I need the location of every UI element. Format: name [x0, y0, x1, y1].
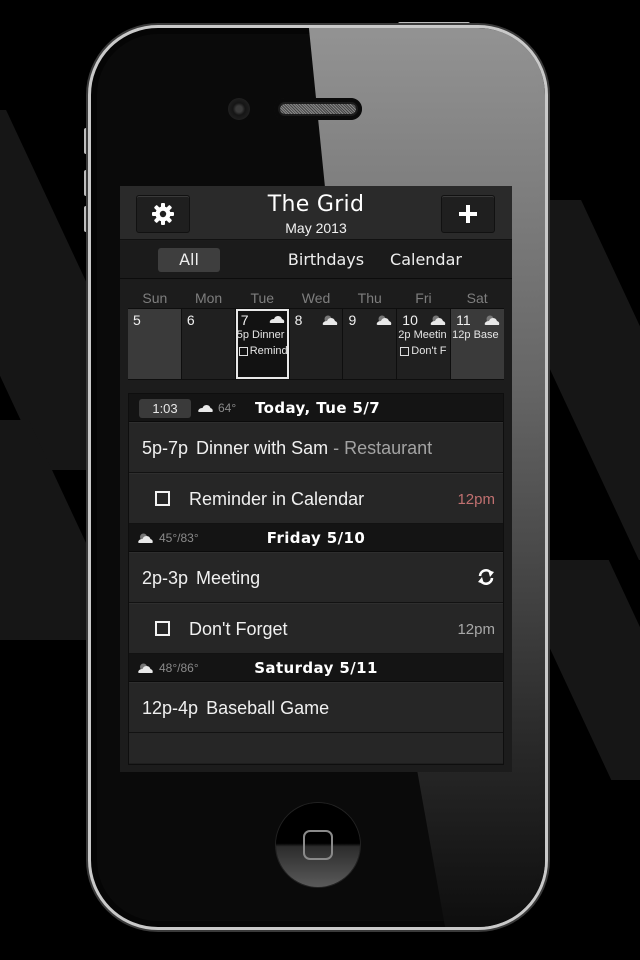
reminder-title: Don't Forget — [189, 619, 288, 639]
day-event: 2p Meetin — [398, 329, 447, 341]
reminder-row[interactable]: Reminder in Calendar 12pm — [129, 473, 503, 524]
home-button[interactable] — [276, 803, 360, 887]
agenda-list[interactable]: 1:03 64° Today, Tue 5/7 5p-7p Dinner with… — [128, 393, 504, 765]
weekday-label: Tue — [250, 290, 275, 306]
front-camera — [228, 98, 250, 120]
reminder-row[interactable]: Don't Forget 12pm — [129, 603, 503, 654]
partly-cloudy-icon — [430, 315, 446, 325]
day-header-today: 1:03 64° Today, Tue 5/7 — [129, 394, 503, 422]
event-row[interactable]: 2p-3p Meeting — [129, 552, 503, 603]
event-text: 2p-3p Meeting — [142, 568, 260, 589]
day-number: 8 — [294, 312, 303, 328]
filter-tabs: All Birthdays Calendar — [120, 241, 512, 279]
home-square-icon — [303, 830, 333, 860]
weekday-label: Wed — [301, 290, 331, 306]
reminder-checkbox[interactable] — [155, 491, 170, 506]
weekday-label: Mon — [194, 290, 223, 306]
checkbox-icon — [238, 346, 248, 356]
weekday-label: Thu — [357, 290, 382, 306]
event-time: 12p-4p — [142, 698, 199, 718]
event-location: - Restaurant — [333, 438, 433, 458]
reminder-title: Reminder in Calendar — [189, 489, 365, 509]
day-header-title: Saturday 5/11 — [254, 659, 378, 677]
reminder-time: 12pm — [457, 491, 495, 508]
weekday-label: Sat — [466, 290, 488, 306]
day-cell-sun[interactable]: 5 — [128, 309, 181, 379]
navigation-bar: The Grid May 2013 — [120, 186, 512, 240]
empty-row — [129, 733, 503, 763]
event-title: Baseball Game — [206, 698, 330, 718]
reminder-checkbox[interactable] — [155, 621, 170, 636]
event-text: 5p-7p Dinner with Sam - Restaurant — [142, 438, 432, 459]
weekday-label: Sun — [142, 290, 168, 306]
day-reminder-text: Remind — [249, 345, 288, 357]
weekday-label: Fri — [415, 290, 432, 306]
tab-calendar[interactable]: Calendar — [376, 248, 476, 272]
day-number: 10 — [402, 312, 418, 328]
event-time: 2p-3p — [142, 568, 189, 588]
cloud-icon — [269, 316, 284, 323]
partly-cloudy-icon — [484, 315, 500, 325]
event-title: Meeting — [196, 568, 261, 588]
clock-badge: 1:03 — [139, 399, 191, 418]
day-header-title: Friday 5/10 — [266, 529, 366, 547]
checkbox-icon — [400, 346, 410, 356]
partly-cloudy-icon — [376, 315, 392, 325]
day-header-saturday: 48°/86° Saturday 5/11 — [129, 654, 503, 682]
plus-icon — [459, 205, 477, 223]
day-event: 12p Base — [452, 329, 499, 341]
day-cell-wed[interactable]: 8 — [289, 309, 343, 379]
day-header-friday: 45°/83° Friday 5/10 — [129, 524, 503, 552]
day-reminder-text: Don't F — [411, 345, 447, 357]
weekday-header: Sun Mon Tue Wed Thu Fri Sat — [128, 290, 504, 308]
add-button[interactable] — [441, 195, 495, 233]
day-cell-thu[interactable]: 9 — [343, 309, 397, 379]
day-cell-sat[interactable]: 11 12p Base — [451, 309, 505, 379]
event-title: Dinner with Sam — [196, 438, 329, 458]
week-grid: 5 6 7 5p Dinner Remind 8 9 10 2p Meetin … — [128, 308, 505, 380]
day-number: 5 — [133, 312, 141, 328]
repeat-icon — [478, 569, 494, 585]
event-row[interactable]: 5p-7p Dinner with Sam - Restaurant — [129, 422, 503, 473]
tab-all[interactable]: All — [158, 248, 220, 272]
partly-cloudy-icon — [323, 315, 338, 325]
day-reminder: Don't F — [400, 345, 446, 357]
day-cell-fri[interactable]: 10 2p Meetin Don't F — [397, 309, 451, 379]
reminder-time: 12pm — [457, 621, 495, 638]
day-number: 6 — [186, 312, 195, 328]
day-cell-tue-today[interactable]: 7 5p Dinner Remind — [235, 309, 289, 379]
day-reminder: Remind — [238, 345, 288, 357]
tab-birthdays[interactable]: Birthdays — [256, 248, 396, 272]
earpiece-speaker — [274, 98, 362, 120]
day-number: 11 — [456, 312, 471, 328]
day-header-title: Today, Tue 5/7 — [255, 399, 381, 417]
event-time: 5p-7p — [142, 438, 189, 458]
event-row[interactable]: 12p-4p Baseball Game — [129, 682, 503, 733]
day-cell-mon[interactable]: 6 — [181, 309, 235, 379]
event-text: 12p-4p Baseball Game — [142, 698, 329, 719]
day-event: 5p Dinner — [236, 329, 285, 341]
day-number: 7 — [240, 312, 249, 328]
app-screen: The Grid May 2013 All Birthdays Calendar… — [120, 186, 512, 772]
day-number: 9 — [348, 312, 357, 328]
